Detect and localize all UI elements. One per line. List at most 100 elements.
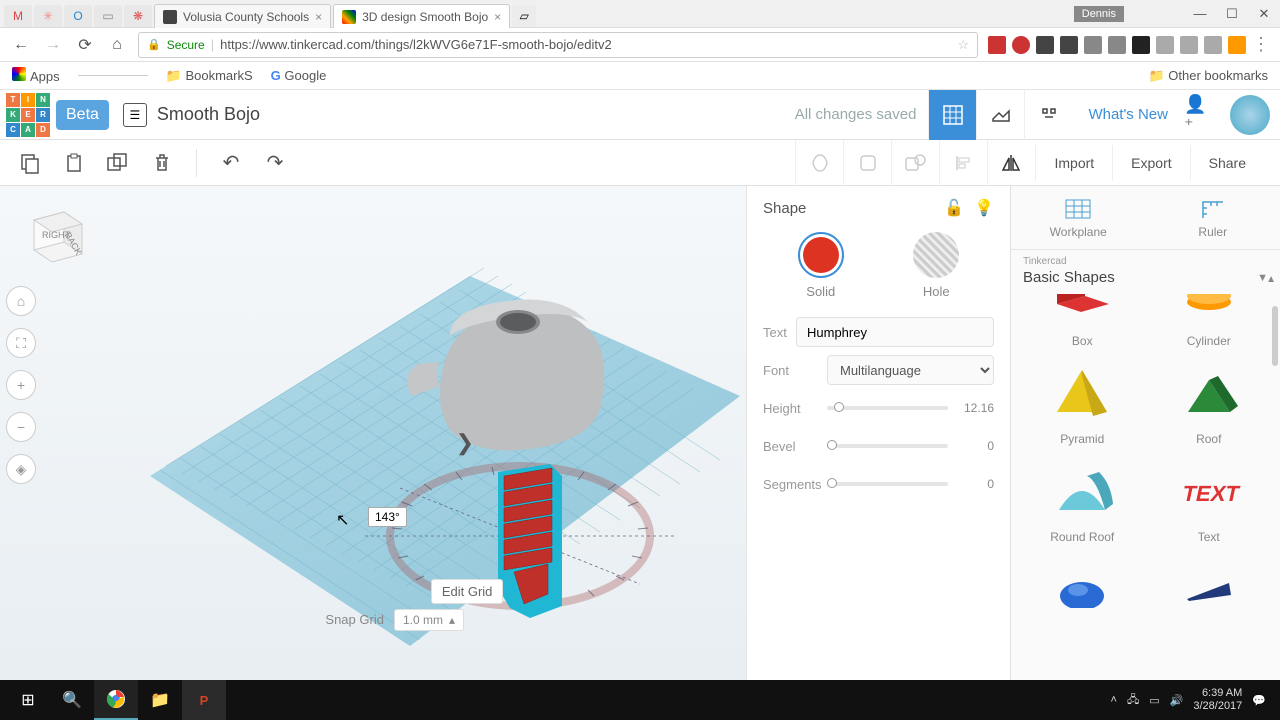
- extension-icon[interactable]: [1204, 36, 1222, 54]
- bevel-slider[interactable]: [827, 444, 948, 448]
- shape-roof[interactable]: Roof: [1156, 356, 1263, 446]
- library-category-select[interactable]: Basic Shapes▼: [1011, 269, 1280, 294]
- paste-button[interactable]: [60, 149, 88, 177]
- view-cube[interactable]: RIGHT BACK: [16, 196, 88, 268]
- app-icon-gmail[interactable]: M: [4, 5, 32, 27]
- close-icon[interactable]: ×: [315, 10, 322, 24]
- text-input[interactable]: [796, 317, 994, 347]
- new-tab-button[interactable]: ▱: [512, 5, 536, 27]
- shape-round-roof[interactable]: Round Roof: [1029, 454, 1136, 544]
- app-icon-canvas[interactable]: ❋: [124, 5, 152, 27]
- blocks-mode-button[interactable]: [976, 90, 1024, 140]
- star-icon[interactable]: ☆: [957, 37, 969, 53]
- height-slider[interactable]: [827, 406, 948, 410]
- reload-button[interactable]: ⟳: [74, 34, 96, 56]
- app-icon-outlook[interactable]: O: [64, 5, 92, 27]
- segments-slider[interactable]: [827, 482, 948, 486]
- lightbulb-icon[interactable]: 💡: [974, 198, 994, 218]
- start-button[interactable]: ⊞: [6, 680, 50, 720]
- taskbar-chrome[interactable]: [94, 680, 138, 720]
- lock-icon[interactable]: 🔓: [944, 198, 964, 218]
- browser-tab-volusia[interactable]: Volusia County Schools ×: [154, 4, 331, 28]
- show-all-button[interactable]: [795, 140, 843, 186]
- ruler-tool[interactable]: Ruler: [1146, 186, 1280, 249]
- extension-icon[interactable]: [1084, 36, 1102, 54]
- solid-option[interactable]: Solid: [798, 232, 844, 299]
- workplane-tool[interactable]: Workplane: [1011, 186, 1146, 249]
- fit-view-button[interactable]: ⛶: [6, 328, 36, 358]
- project-name[interactable]: Smooth Bojo: [157, 104, 260, 125]
- ungroup-button[interactable]: [891, 140, 939, 186]
- bricks-mode-button[interactable]: [1024, 90, 1072, 140]
- ortho-toggle-button[interactable]: ◈: [6, 454, 36, 484]
- address-bar[interactable]: 🔒 Secure | https://www.tinkercad.com/thi…: [138, 32, 978, 58]
- delete-button[interactable]: [148, 149, 176, 177]
- bookmark-google[interactable]: G Google: [271, 68, 327, 83]
- extension-icon[interactable]: [1060, 36, 1078, 54]
- apps-shortcut[interactable]: Apps: [12, 67, 60, 84]
- home-button[interactable]: ⌂: [106, 34, 128, 56]
- edit-grid-button[interactable]: Edit Grid: [431, 579, 504, 604]
- window-minimize-button[interactable]: —: [1184, 0, 1216, 28]
- extension-icon[interactable]: [988, 36, 1006, 54]
- other-bookmarks[interactable]: 📁 Other bookmarks: [1148, 68, 1268, 84]
- shape-wedge[interactable]: [1156, 552, 1263, 628]
- duplicate-button[interactable]: [104, 149, 132, 177]
- import-button[interactable]: Import: [1035, 145, 1112, 181]
- tray-battery-icon[interactable]: ▭: [1149, 694, 1159, 707]
- font-select[interactable]: Multilanguage: [827, 355, 994, 385]
- design-mode-button[interactable]: [928, 90, 976, 140]
- scroll-up-icon[interactable]: ▲: [1266, 274, 1276, 285]
- search-button[interactable]: 🔍: [50, 680, 94, 720]
- menu-icon[interactable]: ⋮: [1252, 34, 1270, 55]
- project-menu-icon[interactable]: ☰: [123, 103, 147, 127]
- window-maximize-button[interactable]: ☐: [1216, 0, 1248, 28]
- redo-button[interactable]: ↷: [261, 149, 289, 177]
- undo-button[interactable]: ↶: [217, 149, 245, 177]
- tray-chevron-icon[interactable]: ˄: [1111, 694, 1117, 706]
- window-close-button[interactable]: ✕: [1248, 0, 1280, 28]
- extension-icon[interactable]: [1156, 36, 1174, 54]
- user-avatar[interactable]: [1230, 95, 1270, 135]
- mirror-button[interactable]: [987, 140, 1035, 186]
- library-scrollbar[interactable]: [1272, 306, 1278, 366]
- tray-volume-icon[interactable]: 🔊: [1170, 694, 1184, 707]
- whats-new-link[interactable]: What's New: [1072, 106, 1184, 123]
- taskbar-clock[interactable]: 6:39 AM 3/28/2017: [1193, 687, 1242, 712]
- extension-icon[interactable]: [1036, 36, 1054, 54]
- align-button[interactable]: [939, 140, 987, 186]
- hole-option[interactable]: Hole: [913, 232, 959, 299]
- extension-icon[interactable]: [1012, 36, 1030, 54]
- shape-sphere[interactable]: [1029, 552, 1136, 628]
- bookmark-folder[interactable]: 📁 BookmarkS: [166, 68, 253, 84]
- back-button[interactable]: ←: [10, 34, 32, 56]
- extension-icon[interactable]: [1228, 36, 1246, 54]
- panel-collapse-button[interactable]: ❯: [456, 430, 474, 456]
- export-button[interactable]: Export: [1112, 145, 1189, 181]
- taskbar-explorer[interactable]: 📁: [138, 680, 182, 720]
- browser-tab-tinkercad[interactable]: 3D design Smooth Bojo ×: [333, 4, 510, 28]
- zoom-in-button[interactable]: +: [6, 370, 36, 400]
- share-button[interactable]: Share: [1190, 145, 1264, 181]
- app-icon-doc[interactable]: ▭: [94, 5, 122, 27]
- shape-cylinder[interactable]: Cylinder: [1156, 294, 1263, 348]
- notifications-icon[interactable]: 💬: [1252, 694, 1266, 707]
- group-button[interactable]: [843, 140, 891, 186]
- copy-button[interactable]: [16, 149, 44, 177]
- tray-network-icon[interactable]: 🖧: [1127, 691, 1139, 710]
- snap-grid-select[interactable]: 1.0 mm▴: [394, 609, 464, 631]
- extension-icon[interactable]: [1132, 36, 1150, 54]
- zoom-out-button[interactable]: −: [6, 412, 36, 442]
- app-icon-atom[interactable]: ✳: [34, 5, 62, 27]
- close-icon[interactable]: ×: [494, 10, 501, 24]
- shape-text[interactable]: TEXT Text: [1156, 454, 1263, 544]
- tinkercad-logo[interactable]: TIN KER CAD: [6, 93, 50, 137]
- taskbar-powerpoint[interactable]: P: [182, 680, 226, 720]
- shape-box[interactable]: Box: [1029, 294, 1136, 348]
- canvas[interactable]: RIGHT BACK ⌂ ⛶ + − ◈: [0, 186, 746, 680]
- extension-icon[interactable]: [1180, 36, 1198, 54]
- extension-icon[interactable]: [1108, 36, 1126, 54]
- add-collaborator-button[interactable]: 👤⁺: [1184, 100, 1214, 130]
- home-view-button[interactable]: ⌂: [6, 286, 36, 316]
- shape-pyramid[interactable]: Pyramid: [1029, 356, 1136, 446]
